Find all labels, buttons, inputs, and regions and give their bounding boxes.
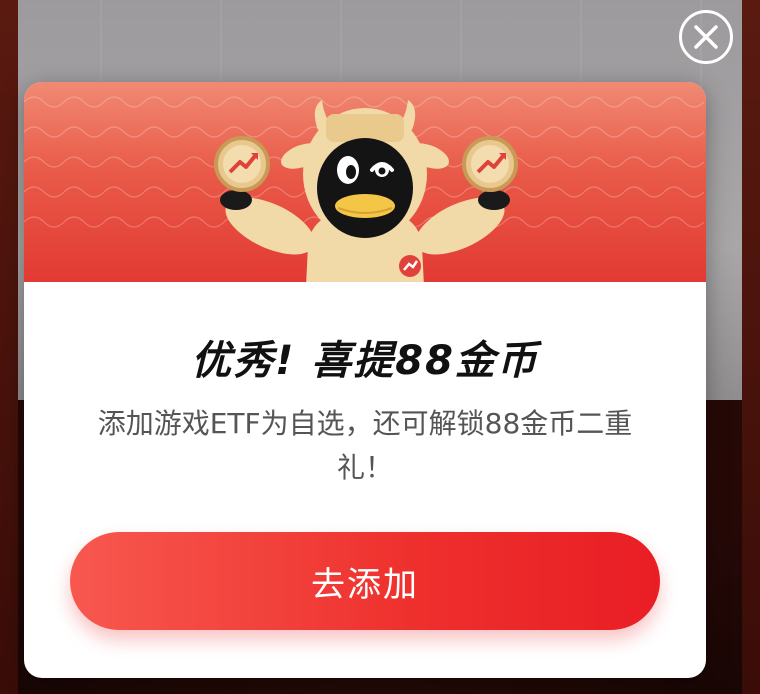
reward-dialog: 优秀! 喜提88金币 添加游戏ETF为自选，还可解锁88金币二重礼！ 去添加 [24, 82, 706, 678]
dialog-title: 优秀! 喜提88金币 [191, 338, 539, 384]
dialog-banner [24, 82, 706, 282]
dialog-description: 添加游戏ETF为自选，还可解锁88金币二重礼！ [97, 407, 633, 484]
close-button[interactable] [679, 10, 733, 64]
background-border-left [0, 0, 18, 694]
close-icon [694, 25, 718, 49]
background-border-right [742, 0, 760, 694]
trend-coin-icon [214, 136, 270, 192]
trend-coin-icon [462, 136, 518, 192]
add-button[interactable]: 去添加 [70, 532, 660, 630]
app-screen: 优秀! 喜提88金币 添加游戏ETF为自选，还可解锁88金币二重礼！ 去添加 [0, 0, 760, 694]
bull-mascot [214, 100, 518, 282]
